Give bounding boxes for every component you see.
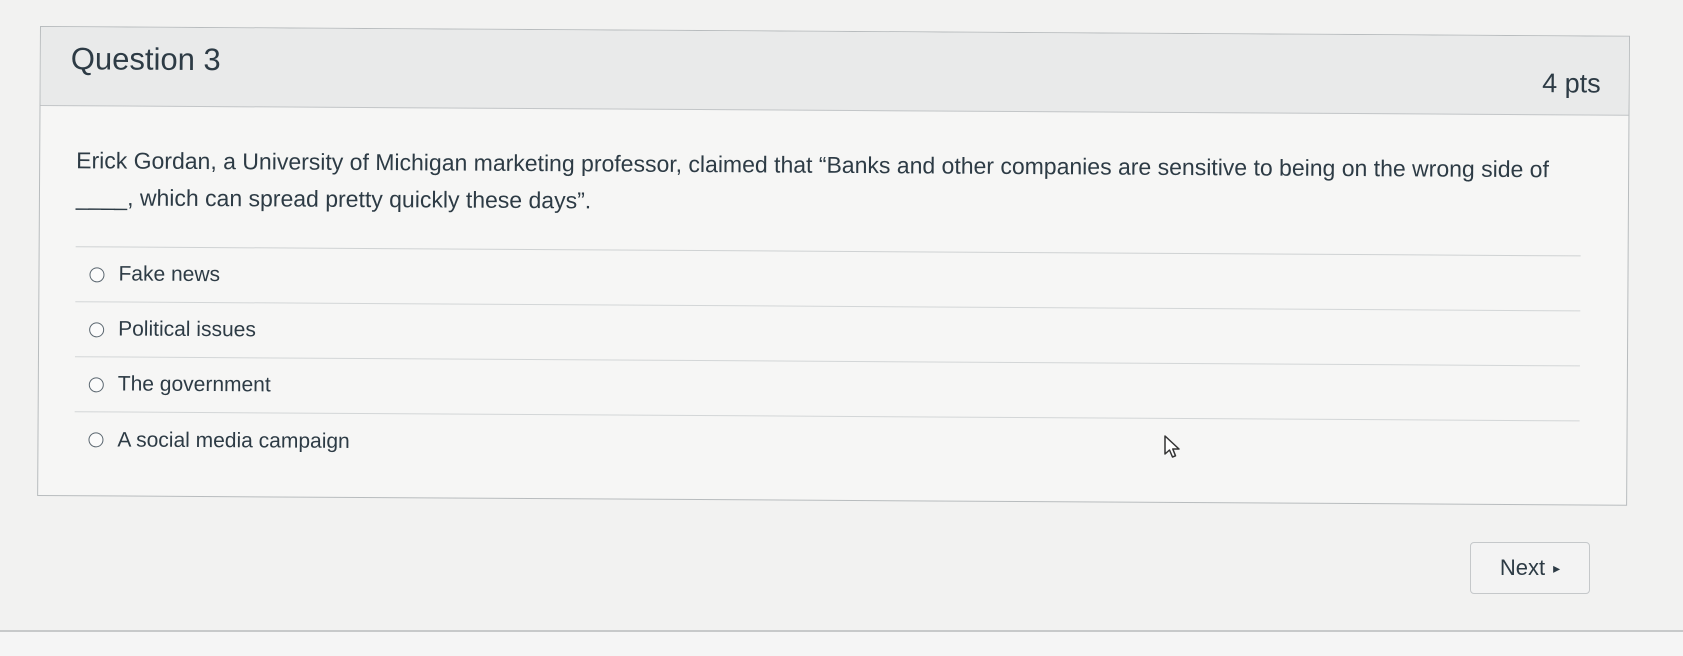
answer-label: The government [117, 372, 271, 397]
radio-button[interactable] [88, 376, 104, 392]
question-body: Erick Gordan, a University of Michigan m… [38, 106, 1628, 477]
answer-option-fake-news[interactable]: Fake news [75, 247, 1581, 312]
next-button[interactable]: Next ▸ [1470, 542, 1590, 594]
answer-label: Fake news [118, 262, 221, 287]
question-card: Question 3 4 pts Erick Gordan, a Univers… [37, 26, 1630, 506]
radio-button[interactable] [89, 321, 105, 337]
radio-button[interactable] [88, 432, 104, 448]
answer-label: Political issues [118, 317, 256, 342]
answer-option-the-government[interactable]: The government [74, 357, 1580, 422]
mouse-pointer-icon [1164, 435, 1180, 458]
question-header: Question 3 4 pts [40, 27, 1629, 116]
page-footer-divider [0, 630, 1683, 656]
question-points: 4 pts [1542, 68, 1601, 99]
answer-option-political-issues[interactable]: Political issues [74, 302, 1581, 367]
answer-label: A social media campaign [117, 427, 350, 453]
answer-option-social-media-campaign[interactable]: A social media campaign [74, 412, 1579, 476]
question-title: Question 3 [70, 41, 221, 78]
triangle-right-icon: ▸ [1553, 559, 1561, 576]
next-button-label: Next [1499, 555, 1546, 580]
question-text: Erick Gordan, a University of Michigan m… [75, 147, 1549, 214]
radio-button[interactable] [89, 266, 105, 282]
answer-list: Fake news Political issues The governmen… [74, 246, 1581, 477]
